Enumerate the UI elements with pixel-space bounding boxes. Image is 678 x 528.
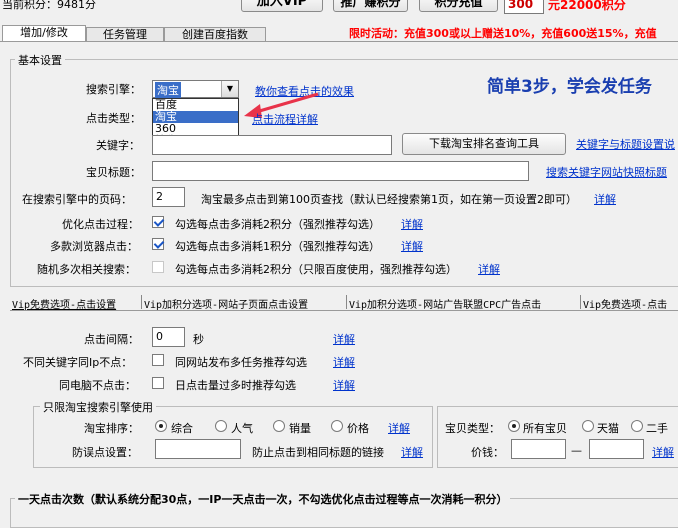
vip-tab-subpage[interactable]: Vip加积分选项-网站子页面点击设置 bbox=[144, 296, 308, 311]
same-ip-detail-link[interactable]: 详解 bbox=[333, 354, 355, 370]
prevent-detail-link[interactable]: 详解 bbox=[401, 444, 423, 460]
vip-tab-click-more[interactable]: Vip免费选项-点击 bbox=[583, 296, 667, 311]
keyword-title-link[interactable]: 关键字与标题设置说 bbox=[576, 136, 675, 152]
price-label: 价钱： bbox=[471, 446, 504, 459]
page-detail-link[interactable]: 详解 bbox=[594, 191, 616, 207]
vip-tab-click-settings[interactable]: Vip免费选项-点击设置 bbox=[12, 296, 116, 311]
engine-label: 搜索引擎： bbox=[86, 83, 141, 96]
sort-radio-price[interactable] bbox=[331, 420, 343, 432]
page-input[interactable]: 2 bbox=[152, 187, 185, 207]
recharge-result: 元22000积分 bbox=[548, 0, 626, 12]
page-hint: 淘宝最多点击到第100页查找（默认已经搜索第1页，如在第一页设置2即可） bbox=[201, 193, 577, 206]
sort-option-label: 价格 bbox=[347, 422, 369, 435]
chevron-down-icon[interactable]: ▼ bbox=[221, 81, 238, 97]
optimize-label: 优化点击过程： bbox=[62, 218, 139, 231]
optimize-checkbox[interactable] bbox=[152, 216, 164, 228]
price-dash: — bbox=[571, 444, 582, 457]
vip-tab-separator bbox=[346, 295, 347, 309]
promote-button[interactable]: 推广赚积分 bbox=[333, 0, 408, 12]
type-option-label: 二手 bbox=[646, 422, 668, 435]
snapshot-link[interactable]: 搜索关键字网站快照标题 bbox=[546, 164, 667, 180]
type-radio-all[interactable] bbox=[508, 420, 520, 432]
vip-tab-cpc[interactable]: Vip加积分选项-网站广告联盟CPC广告点击 bbox=[349, 296, 541, 311]
type-radio-tmall[interactable] bbox=[582, 420, 594, 432]
download-tool-button[interactable]: 下载淘宝排名查询工具 bbox=[402, 133, 566, 155]
tab-divider bbox=[0, 41, 678, 42]
sort-option-label: 综合 bbox=[171, 422, 193, 435]
random-detail-link[interactable]: 详解 bbox=[478, 261, 500, 277]
sort-radio-popularity[interactable] bbox=[215, 420, 227, 432]
browser-detail-link[interactable]: 详解 bbox=[401, 238, 423, 254]
promo-text: 限时活动：充值300或以上赠送10%，充值600送15%，充值 bbox=[349, 27, 657, 40]
interval-input[interactable]: 0 bbox=[152, 327, 185, 347]
tab-add-edit[interactable]: 增加/修改 bbox=[2, 25, 86, 42]
sort-detail-link[interactable]: 详解 bbox=[388, 420, 410, 436]
engine-select[interactable]: 淘宝 ▼ bbox=[152, 80, 239, 98]
recharge-amount-input[interactable]: 300 bbox=[504, 0, 544, 14]
price-detail-link[interactable]: 详解 bbox=[652, 444, 674, 460]
same-pc-detail-link[interactable]: 详解 bbox=[333, 377, 355, 393]
interval-unit: 秒 bbox=[193, 333, 204, 346]
same-pc-text: 日点击量过多时推荐勾选 bbox=[175, 379, 296, 392]
browser-checkbox[interactable] bbox=[152, 238, 164, 250]
random-label: 随机多次相关搜索： bbox=[37, 263, 136, 276]
vip-tab-separator bbox=[141, 295, 142, 309]
basic-settings-legend: 基本设置 bbox=[15, 52, 65, 68]
product-title-label: 宝贝标题： bbox=[86, 166, 141, 179]
same-pc-checkbox[interactable] bbox=[152, 377, 164, 389]
type-radio-secondhand[interactable] bbox=[631, 420, 643, 432]
browser-label: 多款浏览器点击： bbox=[50, 240, 138, 253]
random-checkbox[interactable] bbox=[152, 261, 164, 273]
same-ip-text: 同网站发布多任务推荐勾选 bbox=[175, 356, 307, 369]
same-ip-label: 不同关键字同Ip不点： bbox=[23, 356, 133, 369]
price-to-input[interactable] bbox=[589, 439, 644, 459]
type-label: 宝贝类型： bbox=[445, 422, 500, 435]
join-vip-button[interactable]: 加入VIP bbox=[241, 0, 323, 12]
vip-tab-divider bbox=[10, 310, 678, 311]
engine-selected-value: 淘宝 bbox=[155, 82, 181, 98]
same-pc-label: 同电脑不点击： bbox=[59, 379, 136, 392]
optimize-text: 勾选每点击多消耗2积分（强烈推荐勾选） bbox=[175, 218, 380, 231]
same-ip-checkbox[interactable] bbox=[152, 354, 164, 366]
keyword-label: 关键字： bbox=[96, 139, 140, 152]
banner-text: 简单3步，学会发任务 bbox=[487, 77, 652, 97]
tab-baidu-index[interactable]: 创建百度指数 bbox=[164, 27, 266, 42]
prevent-label: 防误点设置： bbox=[72, 446, 138, 459]
interval-detail-link[interactable]: 详解 bbox=[333, 331, 355, 347]
vip-tab-separator bbox=[580, 295, 581, 309]
prevent-text: 防止点击到相同标题的链接 bbox=[252, 446, 384, 459]
product-title-input[interactable] bbox=[152, 161, 529, 181]
taobao-only-legend: 只限淘宝搜索引擎使用 bbox=[40, 399, 156, 415]
interval-label: 点击间隔： bbox=[84, 333, 139, 346]
recharge-button[interactable]: 积分充值 bbox=[419, 0, 498, 12]
points-label: 当前积分：9481分 bbox=[2, 0, 96, 11]
tab-task-manage[interactable]: 任务管理 bbox=[86, 27, 164, 42]
keyword-input[interactable] bbox=[152, 135, 392, 155]
browser-text: 勾选每点击多消耗1积分（强烈推荐勾选） bbox=[175, 240, 380, 253]
daily-clicks-legend: 一天点击次数（默认系统分配30点，一IP一天点击一次，不勾选优化点击过程等点一次… bbox=[15, 491, 511, 507]
price-from-input[interactable] bbox=[511, 439, 566, 459]
sort-option-label: 销量 bbox=[289, 422, 311, 435]
click-type-label: 点击类型： bbox=[86, 112, 141, 125]
type-option-label: 所有宝贝 bbox=[523, 422, 567, 435]
flow-link[interactable]: 点击流程详解 bbox=[252, 111, 318, 127]
type-option-label: 天猫 bbox=[597, 422, 619, 435]
sort-radio-sales[interactable] bbox=[273, 420, 285, 432]
random-text: 勾选每点击多消耗2积分（只限百度使用，强烈推荐勾选） bbox=[175, 263, 457, 276]
prevent-input[interactable] bbox=[155, 439, 241, 459]
sort-option-label: 人气 bbox=[231, 422, 253, 435]
optimize-detail-link[interactable]: 详解 bbox=[401, 216, 423, 232]
page-label: 在搜索引擎中的页码： bbox=[22, 193, 132, 206]
sort-label: 淘宝排序： bbox=[84, 422, 139, 435]
sort-radio-comprehensive[interactable] bbox=[155, 420, 167, 432]
